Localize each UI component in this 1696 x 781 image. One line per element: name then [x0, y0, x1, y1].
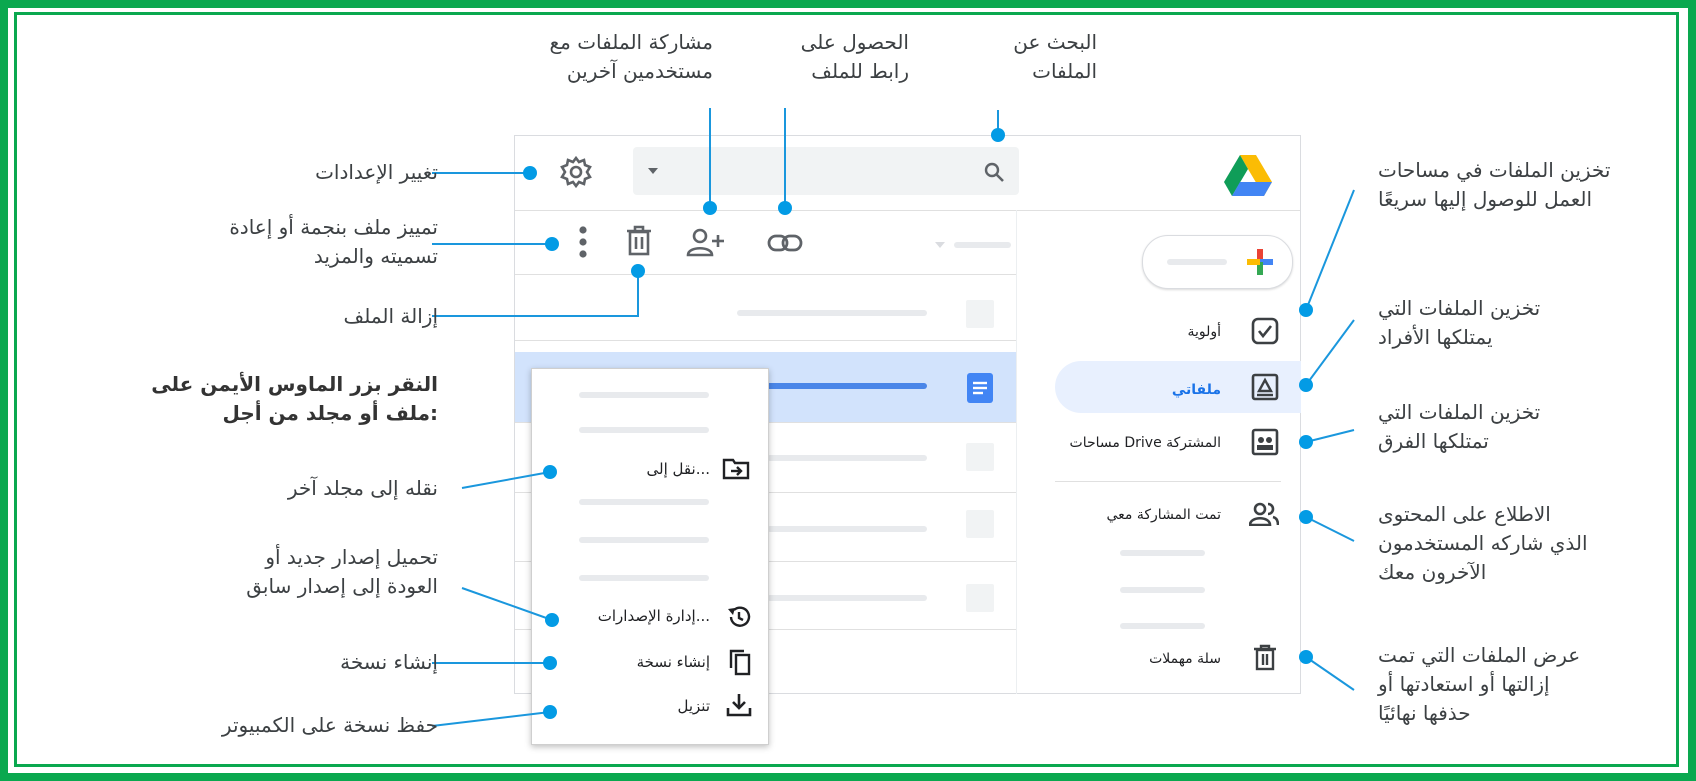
callout-dot [543, 656, 557, 670]
callout-get-link: الحصول على رابط للملف [800, 30, 909, 83]
callout-dot [1299, 510, 1313, 524]
callout-dot [1299, 650, 1313, 664]
callout-trash-view: عرض الملفات التي تمت إزالتها أو استعادتها… [1378, 643, 1581, 725]
callout-team-files: تخزين الملفات التي تمتلكها الفرق [1378, 400, 1541, 453]
callout-workspaces: تخزين الملفات في مساحات العمل للوصول إليه… [1378, 158, 1611, 211]
callout-dot [545, 613, 559, 627]
callout-change-settings: تغيير الإعدادات [315, 160, 438, 184]
callout-upload-version: تحميل إصدار جديد أو العودة إلى إصدار سابق [246, 545, 438, 598]
callout-share-files: مشاركة الملفات مع مستخدمين آخرين [549, 30, 714, 83]
callout-save-copy: حفظ نسخة على الكمبيوتر [221, 713, 438, 737]
callout-remove-file: إزالة الملف [343, 304, 438, 328]
callout-dot [1299, 303, 1313, 317]
callout-dot [543, 465, 557, 479]
callout-individual-files: تخزين الملفات التي يمتلكها الأفراد [1378, 296, 1541, 349]
callout-search-files: البحث عن الملفات [1013, 30, 1097, 83]
callout-dot [631, 264, 645, 278]
callout-star-rename: تمييز ملف بنجمة أو إعادة تسميته والمزيد [229, 215, 438, 268]
callout-shared-content: الاطلاع على المحتوى الذي شاركه المستخدمون… [1378, 502, 1588, 584]
callout-dot [523, 166, 537, 180]
callout-dot [778, 201, 792, 215]
callout-dot [1299, 435, 1313, 449]
callout-dot [543, 705, 557, 719]
callout-move-to-folder: نقله إلى مجلد آخر [287, 476, 438, 500]
callout-make-copy: إنشاء نسخة [340, 650, 438, 674]
callout-dot [1299, 378, 1313, 392]
callout-dot [545, 237, 559, 251]
callout-dot [991, 128, 1005, 142]
callout-right-click-heading: النقر بزر الماوس الأيمن على ملف أو مجلد م… [151, 372, 438, 425]
callout-dot [703, 201, 717, 215]
